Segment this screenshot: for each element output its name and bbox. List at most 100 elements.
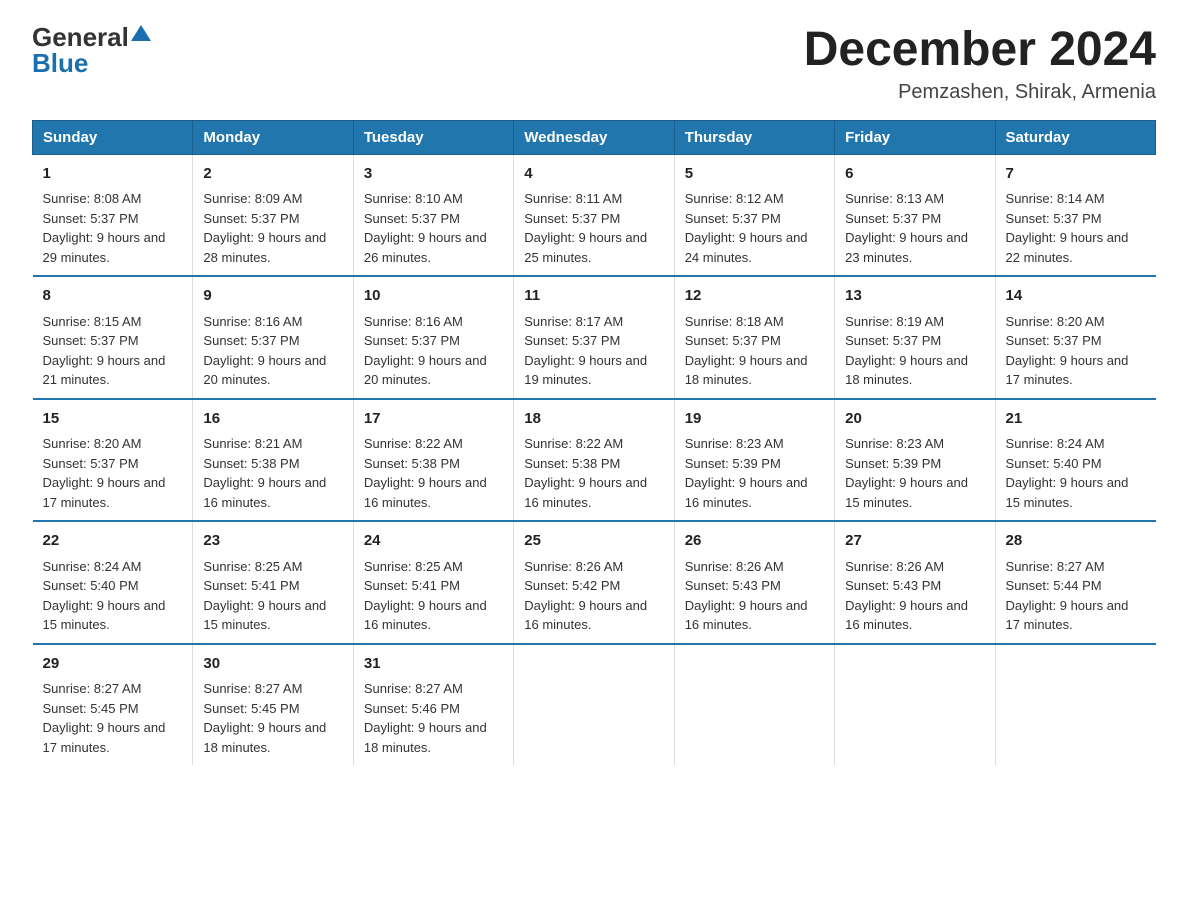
day-number: 12 <box>685 285 824 308</box>
day-info: Sunrise: 8:17 AMSunset: 5:37 PMDaylight:… <box>524 314 647 388</box>
calendar-table: SundayMondayTuesdayWednesdayThursdayFrid… <box>32 120 1156 766</box>
day-info: Sunrise: 8:10 AMSunset: 5:37 PMDaylight:… <box>364 191 487 265</box>
day-cell: 14 Sunrise: 8:20 AMSunset: 5:37 PMDayligh… <box>995 276 1155 399</box>
day-cell: 28 Sunrise: 8:27 AMSunset: 5:44 PMDayligh… <box>995 521 1155 644</box>
day-number: 2 <box>203 163 342 186</box>
day-info: Sunrise: 8:25 AMSunset: 5:41 PMDaylight:… <box>203 559 326 633</box>
day-number: 24 <box>364 530 503 553</box>
day-info: Sunrise: 8:25 AMSunset: 5:41 PMDaylight:… <box>364 559 487 633</box>
day-number: 28 <box>1006 530 1146 553</box>
day-info: Sunrise: 8:22 AMSunset: 5:38 PMDaylight:… <box>524 436 647 510</box>
day-number: 9 <box>203 285 342 308</box>
day-number: 6 <box>845 163 984 186</box>
day-cell: 10Sunrise: 8:16 AMSunset: 5:37 PMDayligh… <box>353 276 513 399</box>
day-info: Sunrise: 8:27 AMSunset: 5:46 PMDaylight:… <box>364 681 487 755</box>
day-number: 21 <box>1006 408 1146 431</box>
day-info: Sunrise: 8:21 AMSunset: 5:38 PMDaylight:… <box>203 436 326 510</box>
day-cell: 7 Sunrise: 8:14 AMSunset: 5:37 PMDaylight… <box>995 154 1155 276</box>
day-number: 26 <box>685 530 824 553</box>
day-number: 22 <box>43 530 183 553</box>
week-row-3: 15 Sunrise: 8:20 AMSunset: 5:37 PMDayligh… <box>33 399 1156 522</box>
day-number: 10 <box>364 285 503 308</box>
day-number: 29 <box>43 653 183 676</box>
day-info: Sunrise: 8:24 AMSunset: 5:40 PMDaylight:… <box>43 559 166 633</box>
day-number: 27 <box>845 530 984 553</box>
day-info: Sunrise: 8:14 AMSunset: 5:37 PMDaylight:… <box>1006 191 1129 265</box>
day-info: Sunrise: 8:26 AMSunset: 5:43 PMDaylight:… <box>845 559 968 633</box>
day-cell: 5 Sunrise: 8:12 AMSunset: 5:37 PMDaylight… <box>674 154 834 276</box>
day-cell: 17Sunrise: 8:22 AMSunset: 5:38 PMDayligh… <box>353 399 513 522</box>
col-header-sunday: Sunday <box>33 120 193 154</box>
day-number: 5 <box>685 163 824 186</box>
subtitle: Pemzashen, Shirak, Armenia <box>804 81 1156 104</box>
day-cell: 12 Sunrise: 8:18 AMSunset: 5:37 PMDayligh… <box>674 276 834 399</box>
day-number: 8 <box>43 285 183 308</box>
day-cell <box>835 644 995 766</box>
day-info: Sunrise: 8:18 AMSunset: 5:37 PMDaylight:… <box>685 314 808 388</box>
day-cell: 2 Sunrise: 8:09 AMSunset: 5:37 PMDaylight… <box>193 154 353 276</box>
day-number: 25 <box>524 530 663 553</box>
day-cell: 21 Sunrise: 8:24 AMSunset: 5:40 PMDayligh… <box>995 399 1155 522</box>
day-cell: 8 Sunrise: 8:15 AMSunset: 5:37 PMDaylight… <box>33 276 193 399</box>
day-cell: 18 Sunrise: 8:22 AMSunset: 5:38 PMDayligh… <box>514 399 674 522</box>
day-number: 18 <box>524 408 663 431</box>
day-cell: 23 Sunrise: 8:25 AMSunset: 5:41 PMDayligh… <box>193 521 353 644</box>
day-info: Sunrise: 8:23 AMSunset: 5:39 PMDaylight:… <box>845 436 968 510</box>
day-cell: 24 Sunrise: 8:25 AMSunset: 5:41 PMDayligh… <box>353 521 513 644</box>
day-cell: 1 Sunrise: 8:08 AMSunset: 5:37 PMDaylight… <box>33 154 193 276</box>
day-cell: 19 Sunrise: 8:23 AMSunset: 5:39 PMDayligh… <box>674 399 834 522</box>
day-cell: 9Sunrise: 8:16 AMSunset: 5:37 PMDaylight… <box>193 276 353 399</box>
day-number: 1 <box>43 163 183 186</box>
day-number: 15 <box>43 408 183 431</box>
logo-triangle-icon <box>131 25 151 41</box>
day-cell: 6Sunrise: 8:13 AMSunset: 5:37 PMDaylight… <box>835 154 995 276</box>
day-info: Sunrise: 8:20 AMSunset: 5:37 PMDaylight:… <box>43 436 166 510</box>
day-cell <box>674 644 834 766</box>
week-row-1: 1 Sunrise: 8:08 AMSunset: 5:37 PMDaylight… <box>33 154 1156 276</box>
day-cell: 16Sunrise: 8:21 AMSunset: 5:38 PMDayligh… <box>193 399 353 522</box>
day-info: Sunrise: 8:23 AMSunset: 5:39 PMDaylight:… <box>685 436 808 510</box>
logo: General Blue <box>32 24 151 76</box>
day-number: 20 <box>845 408 984 431</box>
day-number: 4 <box>524 163 663 186</box>
col-header-saturday: Saturday <box>995 120 1155 154</box>
day-cell <box>514 644 674 766</box>
day-cell: 15 Sunrise: 8:20 AMSunset: 5:37 PMDayligh… <box>33 399 193 522</box>
day-number: 11 <box>524 285 663 308</box>
week-row-5: 29 Sunrise: 8:27 AMSunset: 5:45 PMDayligh… <box>33 644 1156 766</box>
col-header-tuesday: Tuesday <box>353 120 513 154</box>
day-info: Sunrise: 8:20 AMSunset: 5:37 PMDaylight:… <box>1006 314 1129 388</box>
day-number: 23 <box>203 530 342 553</box>
day-cell: 11 Sunrise: 8:17 AMSunset: 5:37 PMDayligh… <box>514 276 674 399</box>
col-header-thursday: Thursday <box>674 120 834 154</box>
header: General Blue December 2024 Pemzashen, Sh… <box>32 24 1156 104</box>
day-info: Sunrise: 8:09 AMSunset: 5:37 PMDaylight:… <box>203 191 326 265</box>
day-cell: 13Sunrise: 8:19 AMSunset: 5:37 PMDayligh… <box>835 276 995 399</box>
day-info: Sunrise: 8:11 AMSunset: 5:37 PMDaylight:… <box>524 191 647 265</box>
day-number: 17 <box>364 408 503 431</box>
day-number: 19 <box>685 408 824 431</box>
day-info: Sunrise: 8:12 AMSunset: 5:37 PMDaylight:… <box>685 191 808 265</box>
day-cell: 27 Sunrise: 8:26 AMSunset: 5:43 PMDayligh… <box>835 521 995 644</box>
day-info: Sunrise: 8:24 AMSunset: 5:40 PMDaylight:… <box>1006 436 1129 510</box>
week-row-2: 8 Sunrise: 8:15 AMSunset: 5:37 PMDaylight… <box>33 276 1156 399</box>
week-row-4: 22 Sunrise: 8:24 AMSunset: 5:40 PMDayligh… <box>33 521 1156 644</box>
day-number: 7 <box>1006 163 1146 186</box>
page-title: December 2024 <box>804 24 1156 77</box>
day-cell: 3 Sunrise: 8:10 AMSunset: 5:37 PMDaylight… <box>353 154 513 276</box>
day-number: 14 <box>1006 285 1146 308</box>
day-cell: 26Sunrise: 8:26 AMSunset: 5:43 PMDayligh… <box>674 521 834 644</box>
day-info: Sunrise: 8:27 AMSunset: 5:45 PMDaylight:… <box>203 681 326 755</box>
day-cell: 29Sunrise: 8:27 AMSunset: 5:45 PMDayligh… <box>33 644 193 766</box>
day-info: Sunrise: 8:19 AMSunset: 5:37 PMDaylight:… <box>845 314 968 388</box>
day-info: Sunrise: 8:26 AMSunset: 5:42 PMDaylight:… <box>524 559 647 633</box>
day-info: Sunrise: 8:15 AMSunset: 5:37 PMDaylight:… <box>43 314 166 388</box>
col-header-friday: Friday <box>835 120 995 154</box>
day-number: 3 <box>364 163 503 186</box>
logo-general: General <box>32 24 129 50</box>
day-info: Sunrise: 8:27 AMSunset: 5:44 PMDaylight:… <box>1006 559 1129 633</box>
day-info: Sunrise: 8:08 AMSunset: 5:37 PMDaylight:… <box>43 191 166 265</box>
col-header-monday: Monday <box>193 120 353 154</box>
day-number: 30 <box>203 653 342 676</box>
day-number: 31 <box>364 653 503 676</box>
